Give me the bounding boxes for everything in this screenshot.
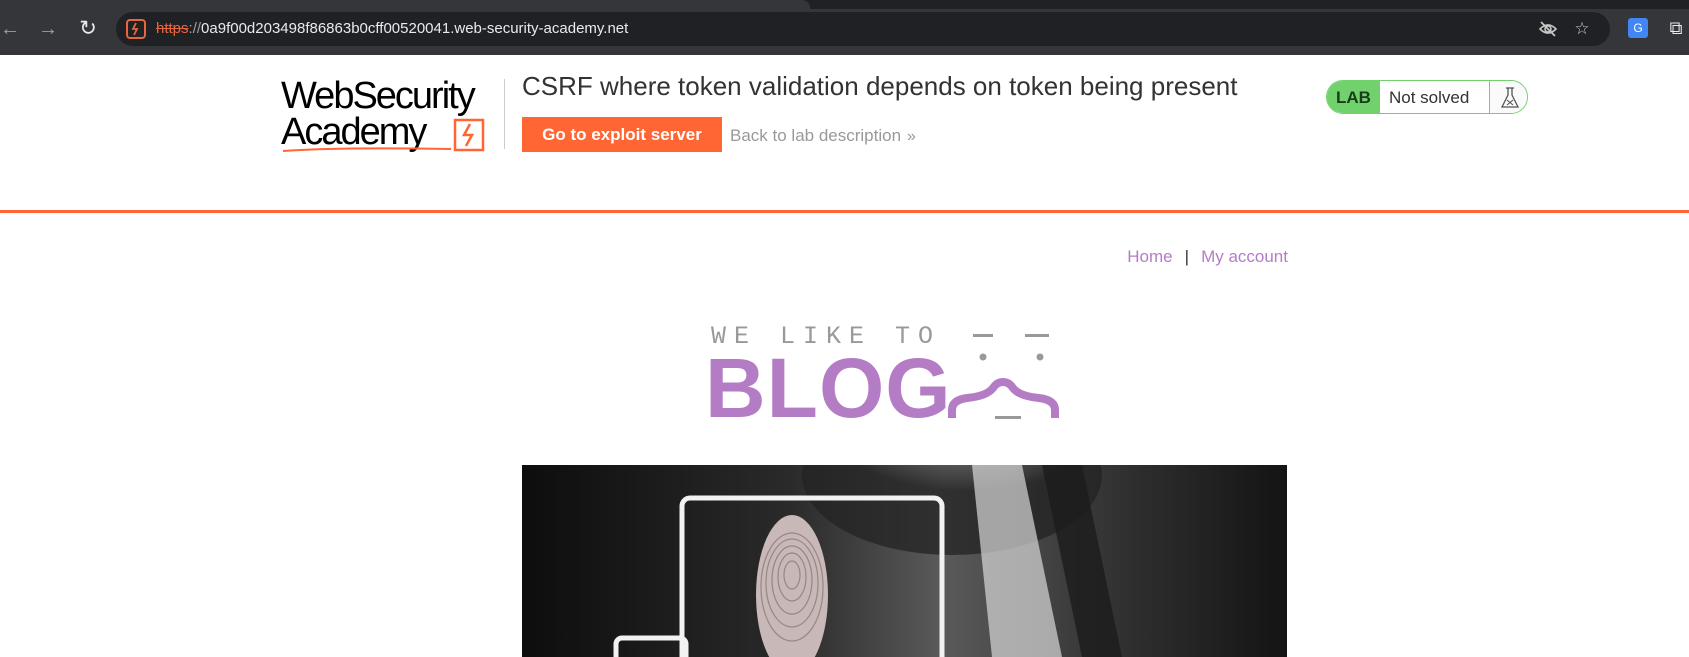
lab-status-tag: LAB [1327,81,1380,113]
banner-blog-word: BLOG [705,341,952,435]
fingerprint-scan-illustration [522,465,1287,657]
nav-link-my-account[interactable]: My account [1201,247,1288,266]
logo-underline-swoosh [282,147,452,152]
logo-line1: WebSecurity [281,75,476,117]
blog-post-hero-image[interactable] [522,465,1287,657]
site-info-icon[interactable] [126,19,146,39]
extensions-icon[interactable]: ⧉ [1666,18,1686,38]
double-chevron-right-icon: » [907,128,916,145]
lab-status-widget: LAB Not solved [1326,80,1528,114]
active-tab[interactable] [0,0,810,9]
address-bar[interactable]: https://0a9f00d203498f86863b0cff00520041… [116,12,1610,46]
url-host: 0a9f00d203498f86863b0cff00520041.web-sec… [201,20,629,37]
nav-link-home[interactable]: Home [1127,247,1172,266]
tab-strip [0,0,1689,9]
bookmark-star-icon[interactable]: ☆ [1572,19,1592,39]
back-arrow-icon[interactable]: ← [0,17,22,41]
back-link-label: Back to lab description [730,126,902,145]
translate-icon[interactable]: G [1628,18,1648,38]
reload-icon[interactable]: ↻ [76,17,100,41]
forward-arrow-icon[interactable]: → [36,17,60,41]
url-separator: :// [188,20,202,37]
browser-toolbar: ← → ↻ https://0a9f00d203498f86863b0cff00… [0,0,1689,55]
nav-separator: | [1184,247,1190,266]
back-to-lab-description-link[interactable]: Back to lab description » [730,126,916,146]
logo-divider [504,79,505,149]
blog-face-icon [948,334,1059,419]
url-scheme: https [156,20,189,37]
blog-nav: Home | My account [1127,247,1288,267]
lab-status-text: Not solved [1389,88,1470,107]
go-to-exploit-server-button[interactable]: Go to exploit server [522,117,722,152]
web-security-academy-logo[interactable]: WebSecurity Academy [281,75,503,154]
eye-off-icon[interactable] [1538,19,1558,39]
url-text[interactable]: https://0a9f00d203498f86863b0cff00520041… [156,20,628,37]
lab-header: WebSecurity Academy CSRF where token val… [0,55,1689,213]
lab-title: CSRF where token validation depends on t… [522,71,1238,101]
flask-icon [1489,81,1527,113]
blog-banner-logo: WE LIKE TO BLOG [705,318,1105,435]
